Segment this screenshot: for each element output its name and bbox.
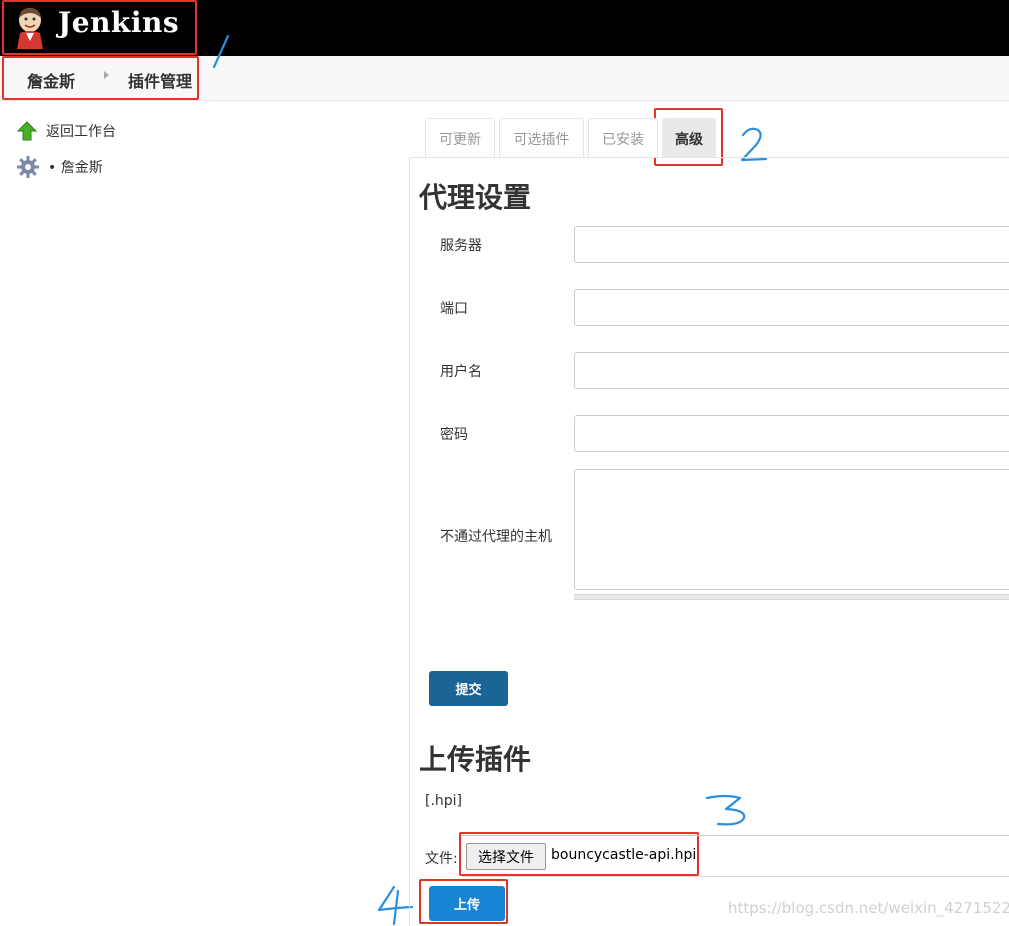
up-arrow-icon — [16, 121, 38, 141]
upload-button[interactable]: 上传 — [429, 886, 505, 921]
proxy-port-input[interactable] — [574, 289, 1009, 326]
breadcrumb-item-home[interactable]: 詹金斯 — [27, 68, 75, 92]
top-header: Jenkins — [0, 0, 1009, 56]
sidebar-item-label: 返回工作台 — [46, 124, 116, 140]
choose-file-button[interactable]: 选择文件 — [466, 843, 546, 870]
submit-button[interactable]: 提交 — [429, 671, 508, 706]
proxy-username-label: 用户名 — [440, 364, 482, 380]
file-label: 文件: — [425, 851, 458, 867]
upload-hint: [.hpi] — [425, 793, 463, 809]
sidebar-item-jenkins[interactable]: • 詹金斯 — [16, 155, 103, 179]
upload-plugin-title: 上传插件 — [419, 743, 532, 776]
proxy-port-label: 端口 — [440, 301, 468, 317]
proxy-settings-title: 代理设置 — [419, 181, 532, 214]
jenkins-butler-icon[interactable] — [14, 5, 46, 49]
proxy-password-label: 密码 — [440, 427, 468, 443]
selected-file-name: bouncycastle-api.hpi — [551, 847, 697, 863]
breadcrumb-item-plugin-manager[interactable]: 插件管理 — [128, 68, 192, 92]
sidebar-item-label: • 詹金斯 — [48, 160, 103, 176]
no-proxy-hosts-label: 不通过代理的主机 — [440, 529, 552, 545]
sidebar-item-back-to-dashboard[interactable]: 返回工作台 — [16, 120, 116, 142]
proxy-password-input[interactable] — [574, 415, 1009, 452]
watermark: https://blog.csdn.net/weixin_42715225 — [728, 899, 1009, 917]
tab-installed[interactable]: 已安装 — [588, 118, 658, 158]
tab-advanced[interactable]: 高级 — [662, 118, 716, 158]
proxy-server-label: 服务器 — [440, 238, 482, 254]
breadcrumb: 詹金斯 插件管理 — [0, 56, 1009, 101]
no-proxy-hosts-textarea[interactable] — [574, 469, 1009, 590]
brand-title[interactable]: Jenkins — [58, 6, 179, 39]
proxy-username-input[interactable] — [574, 352, 1009, 389]
textarea-resize-handle[interactable] — [574, 594, 1009, 600]
tab-available[interactable]: 可选插件 — [499, 118, 584, 158]
gear-icon — [17, 156, 39, 178]
breadcrumb-separator-icon — [104, 71, 109, 79]
tab-updates[interactable]: 可更新 — [425, 118, 495, 158]
proxy-server-input[interactable] — [574, 226, 1009, 263]
